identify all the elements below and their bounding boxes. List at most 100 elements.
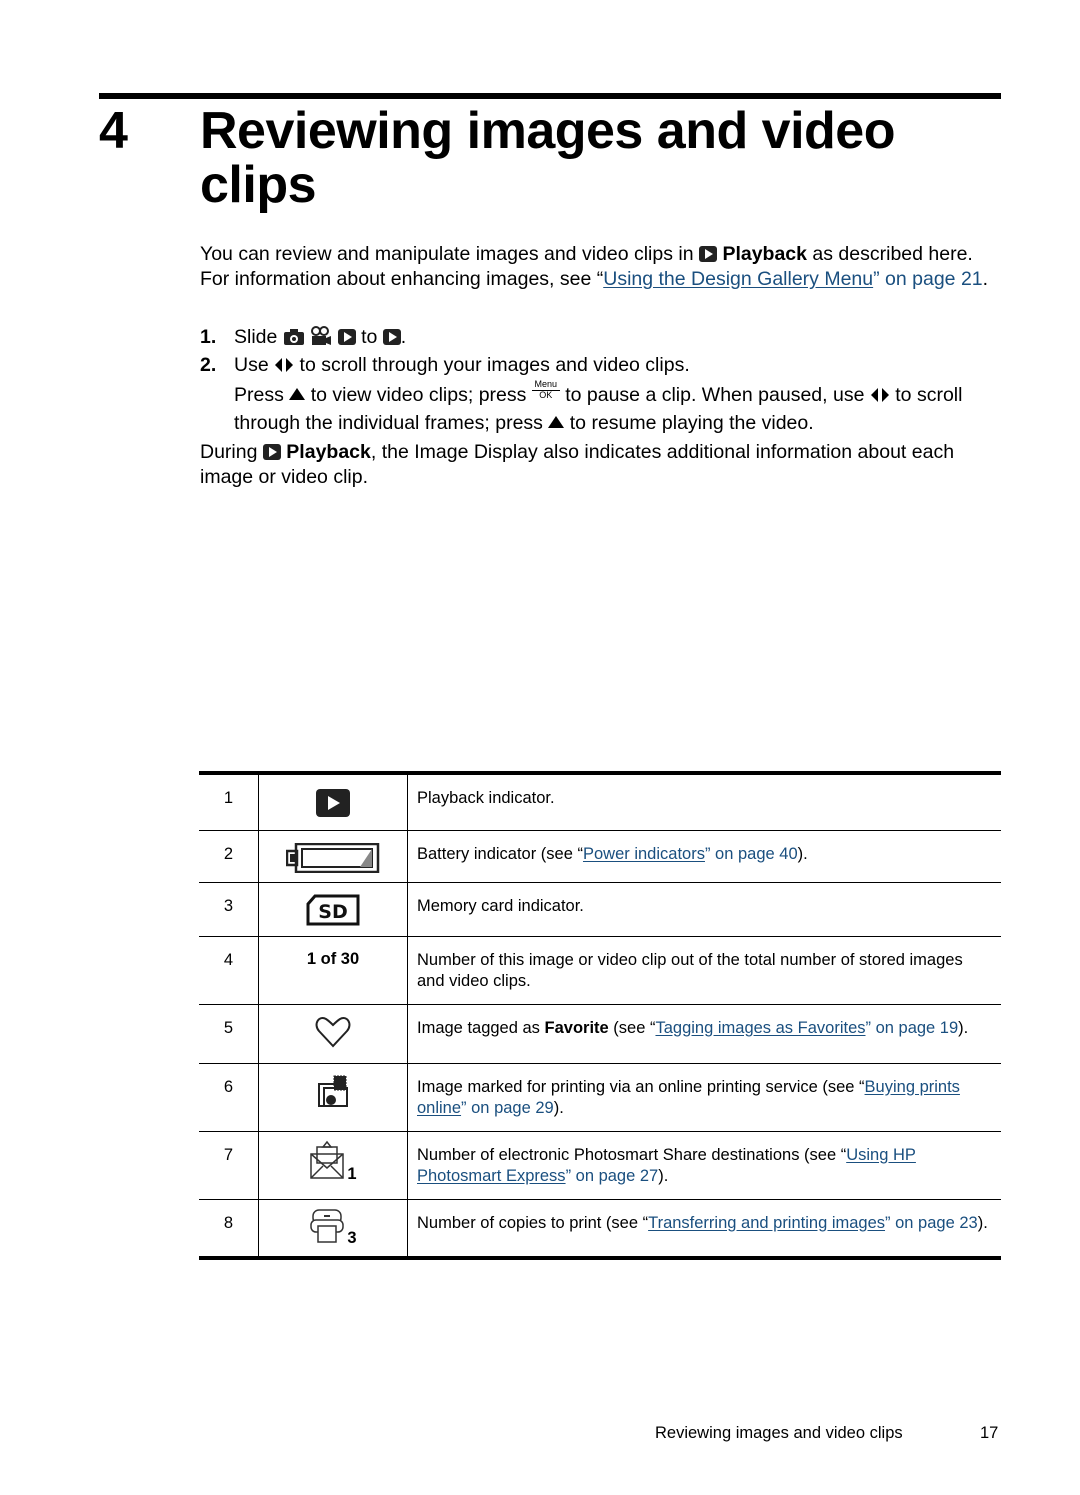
playback-label: Playback <box>286 441 371 463</box>
chapter-number: 4 <box>99 102 128 160</box>
page-ref[interactable]: ” on page 29 <box>461 1099 554 1117</box>
footer-title: Reviewing images and video clips <box>655 1424 903 1442</box>
period: . <box>400 326 407 348</box>
step-1: 1. Slide to . <box>200 325 1005 350</box>
page-ref[interactable]: ” on page 19 <box>866 1019 959 1037</box>
step-text: to <box>361 326 378 348</box>
text: (see “ <box>608 1018 656 1037</box>
step-text: Slide <box>234 326 278 348</box>
playback-icon <box>699 246 718 262</box>
power-indicators-link[interactable]: Power indicators <box>583 845 705 863</box>
intro-text: You can review and manipulate images and… <box>200 243 694 265</box>
share-count: 1 <box>347 1164 357 1183</box>
text: Image tagged as <box>417 1018 545 1037</box>
copies-count: 3 <box>347 1228 357 1247</box>
detail-text: Press <box>234 384 284 406</box>
transferring-printing-link[interactable]: Transferring and printing images <box>648 1214 885 1232</box>
ok-label: OK <box>539 390 553 400</box>
row-description: Number of copies to print (see “Transfer… <box>407 1199 1001 1260</box>
step-number: 2. <box>200 354 217 376</box>
battery-icon <box>285 842 380 873</box>
table-row: 4 1 of 30 Number of this image or video … <box>199 936 1001 1005</box>
row-number: 5 <box>199 1004 259 1064</box>
row-number: 3 <box>199 882 259 937</box>
page-number: 17 <box>980 1424 999 1442</box>
step-2: 2. Use to scroll through your images and… <box>200 353 1005 378</box>
detail-text: to resume playing the video. <box>569 412 814 434</box>
online-print-icon <box>318 1075 348 1107</box>
icon-cell: SD <box>258 882 408 937</box>
table-row: 2 Battery indicator (see “Power indicato… <box>199 830 1001 883</box>
text: Number of copies to print (see “ <box>417 1213 649 1232</box>
step-number: 1. <box>200 326 217 348</box>
row-description: Number of electronic Photosmart Share de… <box>407 1131 1001 1200</box>
intro-paragraph: You can review and manipulate images and… <box>200 242 1005 292</box>
text: ). <box>658 1166 669 1185</box>
row-description: Playback indicator. <box>407 771 1001 831</box>
page-footer: Reviewing images and video clips 17 <box>655 1424 998 1443</box>
step-text: Use <box>234 354 269 376</box>
chapter-rule <box>99 93 1001 99</box>
icon-cell: 3 <box>258 1199 408 1260</box>
text: ). <box>553 1098 564 1117</box>
text: Battery indicator (see “ <box>417 844 583 863</box>
camera-icon <box>283 329 304 345</box>
row-number: 6 <box>199 1063 259 1132</box>
page-ref[interactable]: ” on page 23 <box>885 1214 978 1232</box>
favorite-label: Favorite <box>544 1018 609 1037</box>
table-row: 1 Playback indicator. <box>199 771 1001 831</box>
row-description: Image marked for printing via an online … <box>407 1063 1001 1132</box>
text: Number of electronic Photosmart Share de… <box>417 1145 847 1164</box>
page-ref[interactable]: ” on page 21 <box>873 268 983 290</box>
icon-cell: 1 <box>258 1131 408 1200</box>
table-row: 5 Image tagged as Favorite (see “Tagging… <box>199 1004 1001 1064</box>
row-description: Number of this image or video clip out o… <box>407 936 1001 1005</box>
row-description: Battery indicator (see “Power indicators… <box>407 830 1001 883</box>
image-count-label: 1 of 30 <box>258 936 408 1005</box>
indicator-table: 1 Playback indicator. 2 Battery indicato… <box>199 771 1001 1260</box>
share-envelope-icon <box>310 1140 345 1179</box>
period: . <box>982 268 989 290</box>
up-arrow-icon <box>289 388 306 400</box>
menu-ok-icon: Menu OK <box>531 380 560 400</box>
text: Image marked for printing via an online … <box>417 1077 865 1096</box>
table-row: 3 SD Memory card indicator. <box>199 882 1001 937</box>
playback-icon <box>262 444 281 460</box>
design-gallery-link[interactable]: Using the Design Gallery Menu <box>603 268 873 290</box>
icon-cell <box>258 771 408 831</box>
detail-text: to view video clips; press <box>310 384 527 406</box>
row-number: 8 <box>199 1199 259 1260</box>
table-row: 6 Image marked for printing via an onlin… <box>199 1063 1001 1132</box>
text: ). <box>797 844 808 863</box>
row-description: Image tagged as Favorite (see “Tagging i… <box>407 1004 1001 1064</box>
left-right-arrows-icon <box>275 358 294 372</box>
row-number: 4 <box>199 936 259 1005</box>
playback-icon <box>337 329 356 345</box>
up-arrow-icon <box>548 416 565 428</box>
steps-list: 1. Slide to . 2. Use to scroll through y… <box>200 325 1005 437</box>
svg-text:SD: SD <box>318 901 347 923</box>
playback-label: Playback <box>722 243 807 265</box>
table-row: 8 3 Number of copies to print (see “Tran… <box>199 1199 1001 1260</box>
icon-cell <box>258 1004 408 1064</box>
row-number: 1 <box>199 771 259 831</box>
detail-text: to pause a clip. When paused, use <box>565 384 865 406</box>
chapter-title: Reviewing images and video clips <box>200 102 896 214</box>
step-2-detail: Press to view video clips; press Menu OK … <box>200 380 1005 437</box>
during-paragraph: During Playback, the Image Display also … <box>200 440 1005 490</box>
text: ). <box>958 1018 969 1037</box>
during-text: During <box>200 441 258 463</box>
step-text: to scroll through your images and video … <box>299 354 690 376</box>
sd-card-icon: SD <box>306 894 360 925</box>
playback-icon <box>382 329 401 345</box>
icon-cell <box>258 830 408 883</box>
heart-icon <box>315 1016 351 1047</box>
text: ). <box>977 1213 988 1232</box>
playback-icon <box>316 789 350 817</box>
tagging-favorites-link[interactable]: Tagging images as Favorites <box>655 1019 865 1037</box>
page-ref[interactable]: ” on page 27 <box>566 1167 659 1185</box>
row-number: 7 <box>199 1131 259 1200</box>
row-description: Memory card indicator. <box>407 882 1001 937</box>
video-camera-icon <box>311 326 332 345</box>
page-ref[interactable]: ” on page 40 <box>705 845 798 863</box>
